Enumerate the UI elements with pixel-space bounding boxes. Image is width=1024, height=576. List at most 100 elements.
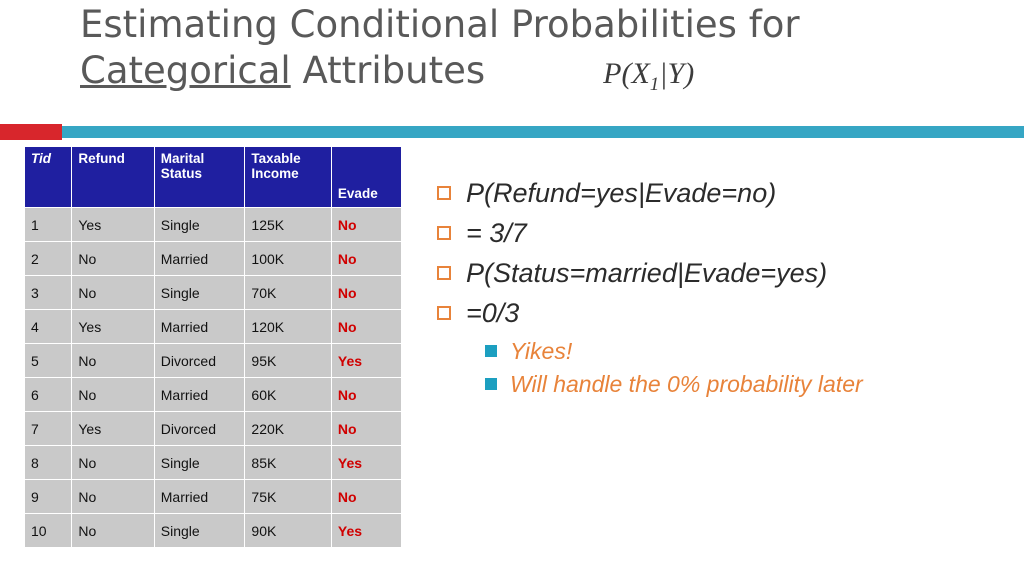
cell-evade: Yes <box>330 343 403 378</box>
table-row: 9 No Married 75K No <box>23 479 403 514</box>
slide-title: Estimating Conditional Probabilities for… <box>80 2 980 108</box>
cell-evade: No <box>330 207 403 242</box>
table-row: 5 No Divorced 95K Yes <box>23 343 403 378</box>
cell-tid: 5 <box>23 343 73 378</box>
marital-line-1: Marital <box>160 151 205 166</box>
cell-tid: 2 <box>23 241 73 276</box>
column-header-marital-status: Marital Status <box>153 146 246 208</box>
title-probability-formula: P(X1|Y) <box>603 51 694 108</box>
cell-income: 120K <box>244 309 332 344</box>
cell-marital: Divorced <box>153 343 246 378</box>
cell-refund: No <box>71 343 155 378</box>
table-row: 7 Yes Divorced 220K No <box>23 411 403 446</box>
list-item: P(Refund=yes|Evade=no) <box>437 176 1017 210</box>
cell-refund: No <box>71 377 155 412</box>
cell-evade: No <box>330 377 403 412</box>
cell-refund: Yes <box>71 309 155 344</box>
table-row: 3 No Single 70K No <box>23 275 403 310</box>
table-row: 6 No Married 60K No <box>23 377 403 412</box>
formula-bar: | <box>659 57 668 90</box>
cell-refund: Yes <box>71 411 155 446</box>
square-outline-bullet-icon <box>437 186 451 200</box>
cell-refund: No <box>71 513 155 548</box>
cell-evade: No <box>330 275 403 310</box>
cell-marital: Single <box>153 513 246 548</box>
cell-evade: Yes <box>330 513 403 548</box>
cell-refund: No <box>71 479 155 514</box>
table-row: 10 No Single 90K Yes <box>23 513 403 548</box>
cell-income: 90K <box>244 513 332 548</box>
formula-close-paren: ) <box>684 57 695 90</box>
column-header-taxable-income: Taxable Income <box>244 146 332 208</box>
cell-tid: 8 <box>23 445 73 480</box>
cell-income: 85K <box>244 445 332 480</box>
cell-evade: No <box>330 479 403 514</box>
cell-evade: No <box>330 411 403 446</box>
title-line-1: Estimating Conditional Probabilities for <box>80 3 800 46</box>
cell-marital: Single <box>153 445 246 480</box>
title-underlined-word: Categorical <box>80 49 291 92</box>
formula-subscript: 1 <box>649 74 660 95</box>
bullet-label: P(Refund=yes|Evade=no) <box>466 178 777 208</box>
divider-bar-red <box>0 124 62 140</box>
cell-marital: Single <box>153 275 246 310</box>
cell-marital: Married <box>153 309 246 344</box>
sub-bullet-label: Yikes! <box>510 338 573 364</box>
bullet-list: P(Refund=yes|Evade=no) = 3/7 P(Status=ma… <box>437 176 1017 402</box>
table-row: 4 Yes Married 120K No <box>23 309 403 344</box>
cell-evade: No <box>330 309 403 344</box>
cell-refund: No <box>71 445 155 480</box>
bullet-label: P(Status=married|Evade=yes) <box>466 258 828 288</box>
table-header-row: Tid Refund Marital Status Taxable Income E… <box>23 146 403 208</box>
bullet-label: =0/3 <box>466 298 520 328</box>
cell-evade: Yes <box>330 445 403 480</box>
divider-bar-blue <box>62 126 1024 138</box>
formula-y: Y <box>667 57 685 90</box>
cell-tid: 7 <box>23 411 73 446</box>
square-outline-bullet-icon <box>437 306 451 320</box>
list-item: P(Status=married|Evade=yes) <box>437 256 1017 290</box>
cell-tid: 6 <box>23 377 73 412</box>
cell-tid: 3 <box>23 275 73 310</box>
cell-marital: Single <box>153 207 246 242</box>
square-filled-bullet-icon <box>485 378 497 390</box>
column-header-evade: Evade <box>330 146 403 208</box>
sub-bullet-label: Will handle the 0% probability later <box>510 371 863 397</box>
sub-list-item: Yikes! <box>485 336 1017 366</box>
column-header-refund: Refund <box>71 146 155 208</box>
income-line-1: Taxable <box>251 151 301 166</box>
cell-income: 220K <box>244 411 332 446</box>
list-item: =0/3 <box>437 296 1017 330</box>
cell-marital: Married <box>153 377 246 412</box>
list-item: = 3/7 <box>437 216 1017 250</box>
cell-tid: 10 <box>23 513 73 548</box>
formula-open-paren: ( <box>621 57 632 90</box>
bullet-label: = 3/7 <box>466 218 527 248</box>
formula-p: P <box>603 57 622 90</box>
table-row: 1 Yes Single 125K No <box>23 207 403 242</box>
cell-income: 75K <box>244 479 332 514</box>
square-outline-bullet-icon <box>437 266 451 280</box>
cell-income: 70K <box>244 275 332 310</box>
cell-income: 125K <box>244 207 332 242</box>
cell-income: 60K <box>244 377 332 412</box>
square-filled-bullet-icon <box>485 345 497 357</box>
sub-list-item: Will handle the 0% probability later <box>485 369 1017 399</box>
cell-refund: No <box>71 241 155 276</box>
cell-tid: 4 <box>23 309 73 344</box>
cell-tid: 1 <box>23 207 73 242</box>
cell-income: 100K <box>244 241 332 276</box>
cell-tid: 9 <box>23 479 73 514</box>
title-line-2: Categorical Attributes P(X1|Y) <box>80 48 980 108</box>
income-line-2: Income <box>251 166 299 181</box>
cell-marital: Married <box>153 479 246 514</box>
cell-income: 95K <box>244 343 332 378</box>
table-row: 2 No Married 100K No <box>23 241 403 276</box>
cell-marital: Married <box>153 241 246 276</box>
cell-refund: No <box>71 275 155 310</box>
column-header-tid: Tid <box>23 146 73 208</box>
formula-x: X <box>631 57 650 90</box>
cell-marital: Divorced <box>153 411 246 446</box>
title-rest: Attributes <box>290 49 486 92</box>
dataset-table: Tid Refund Marital Status Taxable Income E… <box>23 146 403 548</box>
